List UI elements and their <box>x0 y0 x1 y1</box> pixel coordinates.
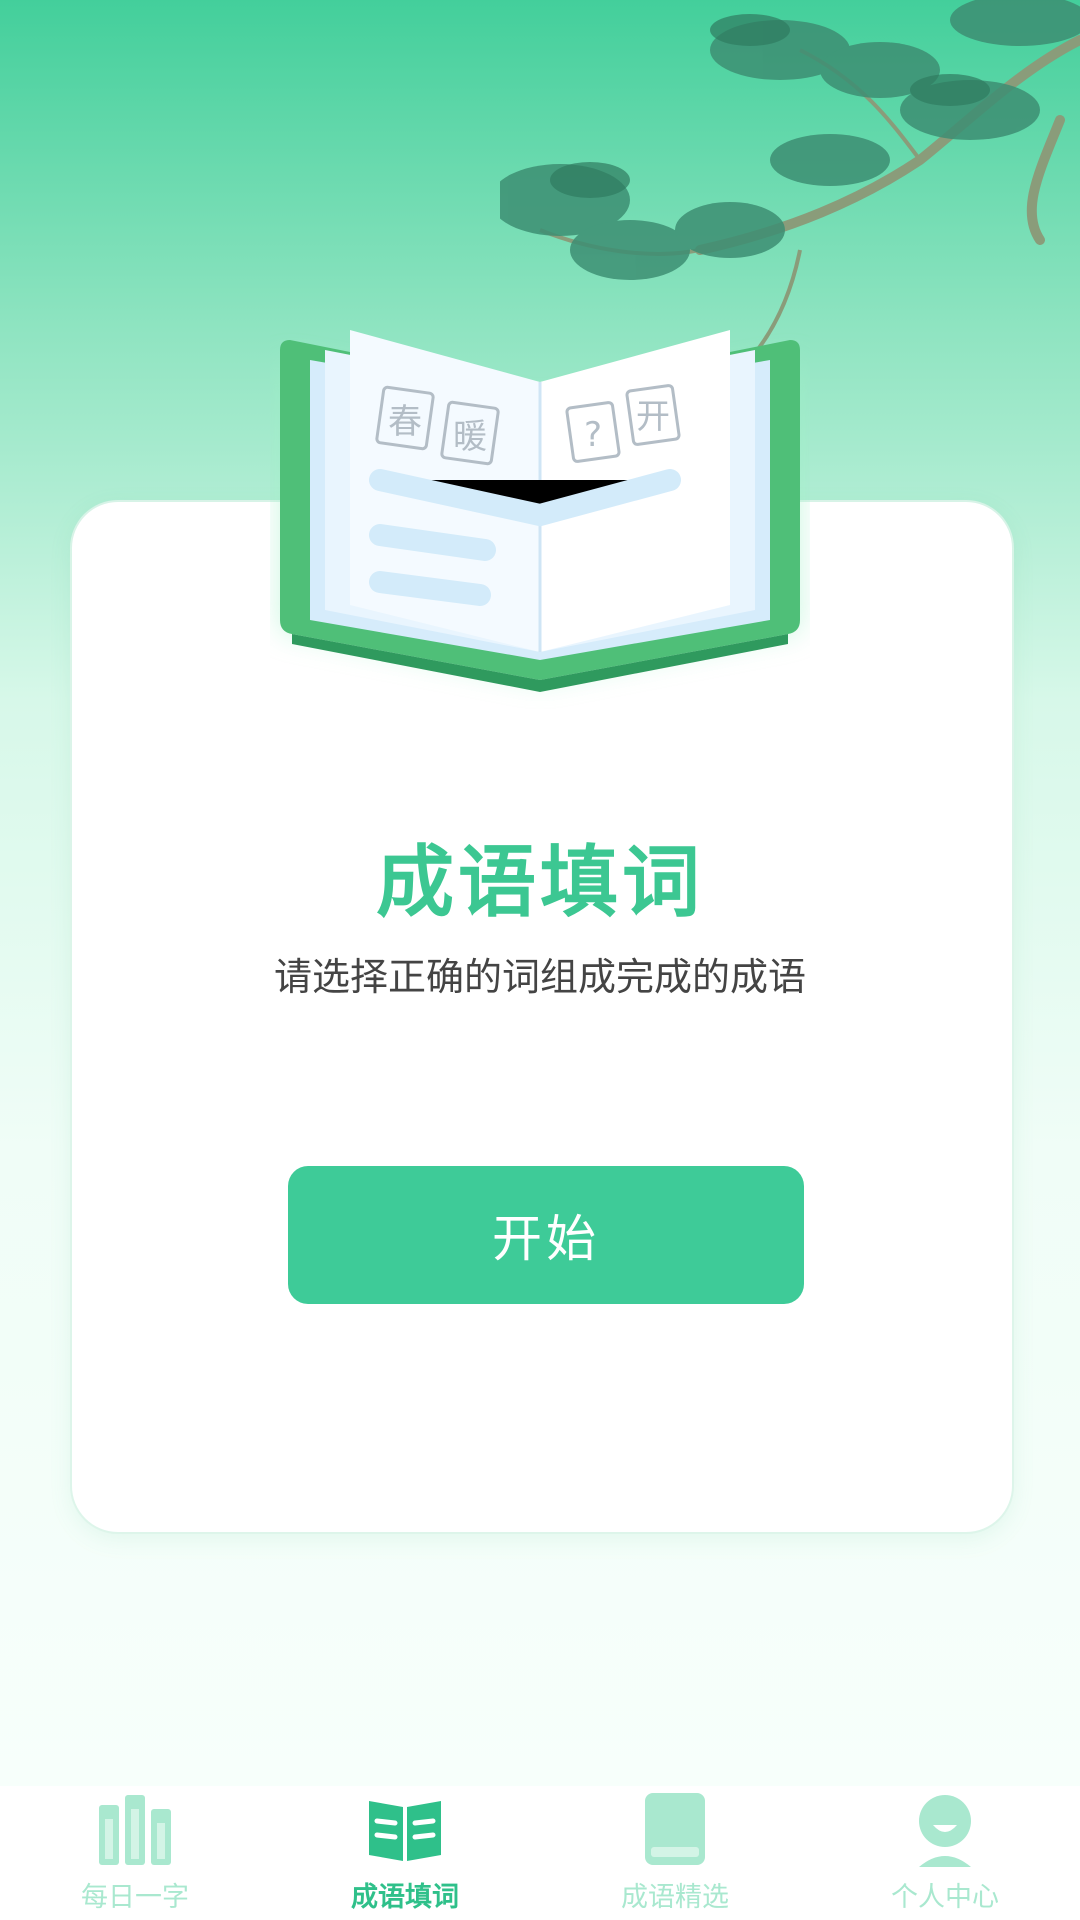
tab-label-idiom-fill: 成语填词 <box>351 1882 459 1913</box>
books-icon <box>99 1795 171 1865</box>
book-char-3: ? <box>584 415 602 455</box>
tab-label-daily-character: 每日一字 <box>81 1882 189 1913</box>
person-icon <box>919 1795 971 1867</box>
open-book-illustration: 春 暖 ? 开 <box>280 330 800 692</box>
book-char-2: 暖 <box>453 417 487 457</box>
tab-idiom-fill[interactable]: 成语填词 <box>270 1786 540 1920</box>
start-button[interactable]: 开始 <box>288 1166 804 1304</box>
book-char-1: 春 <box>388 402 422 442</box>
closed-book-icon <box>645 1793 705 1865</box>
page-subtitle: 请选择正确的词组成完成的成语 <box>273 955 806 999</box>
book-char-4: 开 <box>636 397 670 437</box>
open-book-icon <box>369 1801 441 1861</box>
tab-profile[interactable]: 个人中心 <box>810 1786 1080 1920</box>
page-title: 成语填词 <box>375 838 704 928</box>
tab-label-profile: 个人中心 <box>891 1882 999 1913</box>
tab-idiom-selection[interactable]: 成语精选 <box>540 1786 810 1920</box>
tab-label-idiom-selection: 成语精选 <box>621 1882 729 1913</box>
tab-daily-character[interactable]: 每日一字 <box>0 1786 270 1920</box>
bottom-tab-bar: 每日一字 成语填词 成语精选 个人中心 <box>0 1786 1080 1920</box>
